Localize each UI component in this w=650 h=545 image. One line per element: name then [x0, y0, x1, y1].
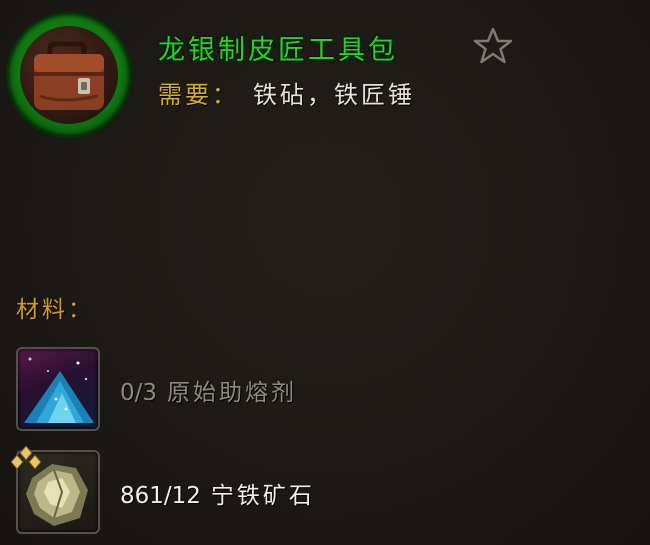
material-name: 原始助熔剂	[167, 380, 298, 406]
material-count: 861/12	[120, 483, 201, 509]
gold-diamond-quality-icon	[8, 444, 44, 480]
material-text: 861/12 宁铁矿石	[120, 476, 315, 510]
material-row-primal-flux[interactable]: 0/3 原始助熔剂	[16, 347, 616, 431]
materials-heading: 材料：	[16, 297, 94, 323]
material-count: 0/3	[120, 380, 158, 406]
material-text: 0/3 原始助熔剂	[120, 373, 297, 407]
primal-flux-icon	[16, 347, 100, 431]
requires-value: 铁砧，铁匠锤	[253, 81, 415, 109]
requires-colon: ：	[212, 81, 239, 109]
leather-toolkit-bag-icon	[20, 26, 118, 124]
material-name: 宁铁矿石	[210, 483, 315, 509]
material-row-serevite-ore[interactable]: 861/12 宁铁矿石	[10, 445, 616, 534]
requirements-line: 需要： 铁砧，铁匠锤	[158, 75, 415, 110]
favorite-star-icon[interactable]	[472, 26, 514, 66]
requires-label: 需要	[158, 81, 212, 109]
recipe-title: 龙银制皮匠工具包	[158, 35, 398, 66]
recipe-tooltip-panel: 龙银制皮匠工具包 需要： 铁砧，铁匠锤 材料： 0/3 原始助熔剂 861/12…	[0, 0, 650, 545]
recipe-icon[interactable]	[8, 14, 130, 136]
